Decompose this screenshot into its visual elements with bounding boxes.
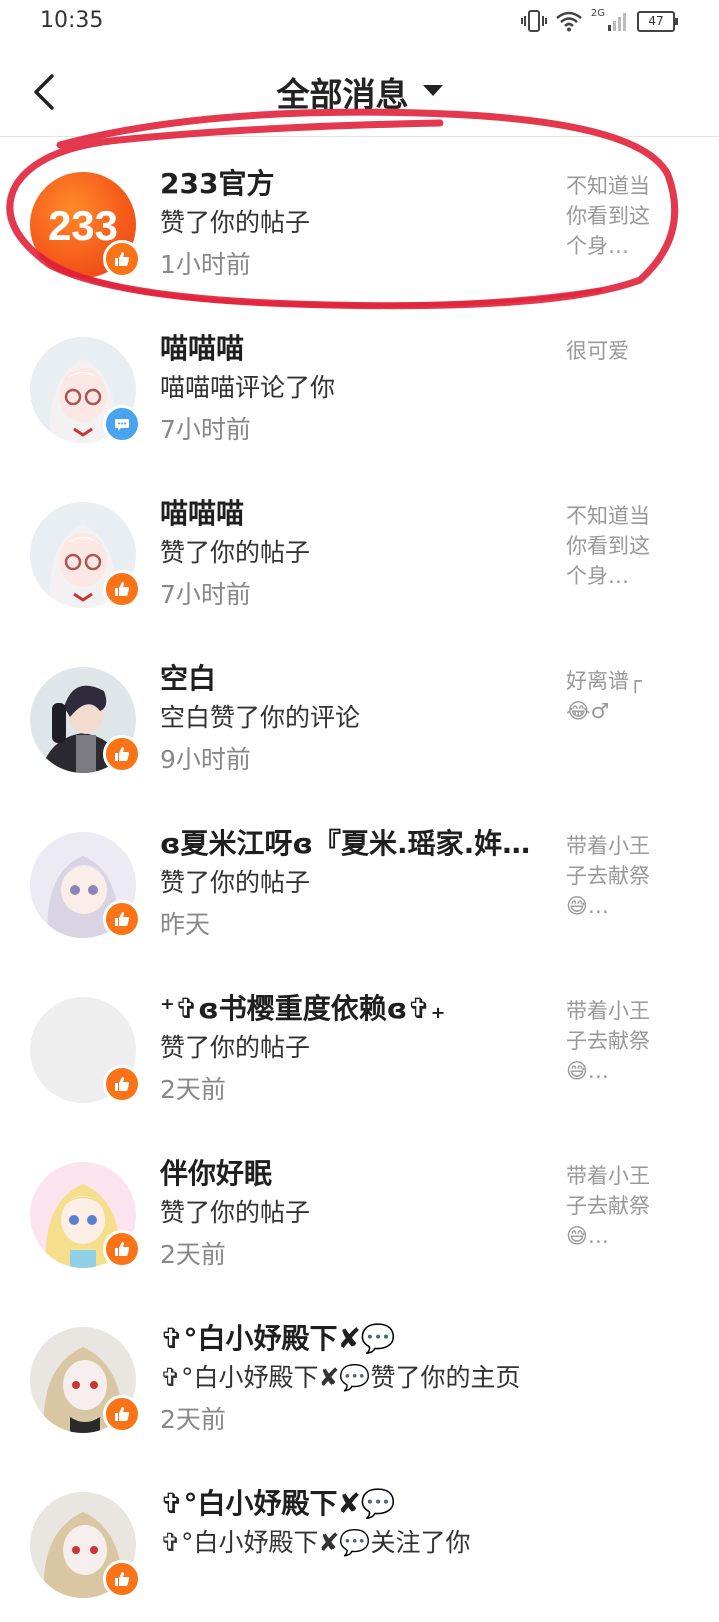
message-time: 7小时前	[160, 415, 251, 444]
message-item[interactable]: ✞°白小妤殿下✘💬 ✞°白小妤殿下✘💬关注了你	[0, 1457, 719, 1622]
sender-name: 空白	[160, 662, 217, 695]
avatar[interactable]	[30, 667, 141, 773]
thumbs-up-icon	[115, 912, 130, 926]
like-badge	[103, 1395, 141, 1433]
message-action: 赞了你的帖子	[160, 208, 311, 237]
message-filter-dropdown[interactable]: 全部消息	[0, 68, 719, 116]
avatar[interactable]	[30, 1492, 141, 1598]
avatar[interactable]	[30, 1327, 141, 1433]
content-preview: 带着小王子去献祭😅…	[566, 999, 650, 1083]
message-action: 赞了你的帖子	[160, 868, 311, 897]
message-time: 2天前	[160, 1075, 226, 1104]
like-badge	[103, 735, 141, 773]
message-time: 7小时前	[160, 580, 251, 609]
status-icons: 2G 47	[520, 7, 678, 34]
thumbs-up-icon	[115, 252, 130, 266]
content-preview: 不知道当你看到这个身…	[566, 174, 650, 258]
message-action: 赞了你的帖子	[160, 1198, 311, 1227]
thumbs-up-icon	[115, 1242, 130, 1256]
message-item[interactable]: 伴你好眠 赞了你的帖子 2天前 带着小王子去献祭😅…	[0, 1127, 719, 1292]
message-action: 空白赞了你的评论	[160, 703, 361, 732]
like-badge	[103, 1065, 141, 1103]
message-time: 昨天	[160, 910, 211, 939]
sender-name: 233官方	[160, 167, 275, 200]
battery-icon: 47	[637, 10, 678, 32]
signal-icon	[608, 13, 626, 31]
sender-name: 喵喵喵	[160, 332, 245, 365]
svg-text:233: 233	[48, 202, 118, 249]
message-item[interactable]: ✞°白小妤殿下✘💬 ✞°白小妤殿下✘💬赞了你的主页 2天前	[0, 1292, 719, 1457]
network-label: 2G	[590, 7, 605, 19]
message-action: ✞°白小妤殿下✘💬赞了你的主页	[160, 1363, 521, 1392]
thumbs-up-icon	[115, 1077, 130, 1091]
sender-name: 喵喵喵	[160, 497, 245, 530]
message-time: 1小时前	[160, 250, 251, 279]
chat-bubble-icon	[115, 419, 129, 431]
content-preview: 带着小王子去献祭😅…	[566, 1164, 650, 1248]
thumbs-up-icon	[115, 582, 130, 596]
message-time: 2天前	[160, 1240, 226, 1269]
status-time: 10:35	[40, 8, 104, 33]
avatar[interactable]	[30, 337, 141, 443]
page-title: 全部消息	[276, 75, 409, 114]
avatar[interactable]	[30, 502, 141, 608]
sender-name: ✞°白小妤殿下✘💬	[160, 1487, 396, 1520]
message-time: 9小时前	[160, 745, 251, 774]
like-badge	[103, 1230, 141, 1268]
like-badge	[103, 1560, 141, 1598]
message-item[interactable]: 喵喵喵 赞了你的帖子 7小时前 不知道当你看到这个身…	[0, 467, 719, 632]
avatar[interactable]: 233	[30, 172, 141, 278]
wifi-icon	[556, 11, 582, 32]
caret-down-icon	[422, 84, 443, 96]
avatar[interactable]	[30, 832, 141, 938]
thumbs-up-icon	[115, 1572, 130, 1586]
content-preview: 不知道当你看到这个身…	[566, 504, 650, 588]
message-action: ✞°白小妤殿下✘💬关注了你	[160, 1528, 471, 1557]
like-badge	[103, 240, 141, 278]
sender-name: ✞°白小妤殿下✘💬	[160, 1322, 396, 1355]
message-item[interactable]: 233 233官方 赞了你的帖子 1小时前 不知道当你看到这个身…	[0, 137, 719, 302]
content-preview: 好离谱┌😂♂	[566, 669, 642, 723]
title-bar: 全部消息	[0, 42, 719, 137]
vibrate-icon	[520, 10, 547, 32]
message-time: 2天前	[160, 1405, 226, 1434]
status-bar: 10:35 2G 47	[0, 0, 719, 42]
comment-badge	[103, 405, 141, 443]
message-action: 喵喵喵评论了你	[160, 373, 336, 402]
like-badge	[103, 570, 141, 608]
avatar[interactable]	[30, 997, 141, 1103]
message-item[interactable]: 空白 空白赞了你的评论 9小时前 好离谱┌😂♂	[0, 632, 719, 797]
message-item[interactable]: ⁺✞ɞ书樱重度依赖ɞ✞₊ 赞了你的帖子 2天前 带着小王子去献祭😅…	[0, 962, 719, 1127]
sender-name: ⁺✞ɞ书樱重度依赖ɞ✞₊	[160, 992, 446, 1025]
message-item[interactable]: ɞ夏米江呀ɞ『夏米.瑶家.姩… 赞了你的帖子 昨天 带着小王子去献祭😅…	[0, 797, 719, 962]
content-preview: 很可爱	[566, 339, 629, 363]
like-badge	[103, 900, 141, 938]
message-action: 赞了你的帖子	[160, 1033, 311, 1062]
message-item[interactable]: 喵喵喵 喵喵喵评论了你 7小时前 很可爱	[0, 302, 719, 467]
thumbs-up-icon	[115, 1407, 130, 1421]
sender-name: ɞ夏米江呀ɞ『夏米.瑶家.姩…	[160, 827, 531, 860]
thumbs-up-icon	[115, 747, 130, 761]
avatar[interactable]	[30, 1162, 141, 1268]
message-action: 赞了你的帖子	[160, 538, 311, 567]
content-preview: 带着小王子去献祭😅…	[566, 834, 650, 918]
sender-name: 伴你好眠	[160, 1157, 273, 1190]
